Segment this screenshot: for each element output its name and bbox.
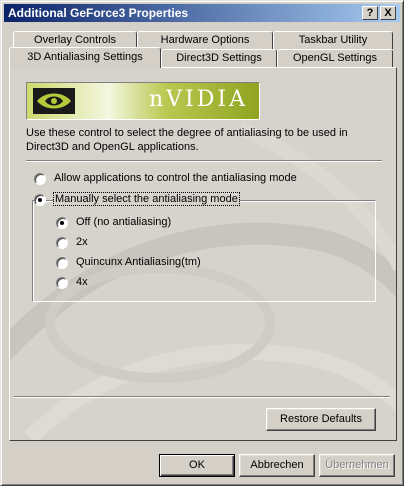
mode-quincunx-radio[interactable] bbox=[56, 257, 68, 269]
tab-opengl-settings[interactable]: OpenGL Settings bbox=[277, 49, 393, 67]
allow-apps-radio[interactable] bbox=[34, 173, 46, 185]
logo-wordmark: nVIDIA bbox=[149, 87, 248, 112]
properties-dialog: Additional GeForce3 Properties ? X Overl… bbox=[0, 0, 404, 486]
mode-4x-radio[interactable] bbox=[56, 277, 68, 289]
ok-label: OK bbox=[189, 459, 205, 471]
tab-label: Direct3D Settings bbox=[176, 52, 262, 64]
tab-panel-antialiasing: nVIDIA Use these control to select the d… bbox=[9, 67, 397, 441]
mode-4x-label[interactable]: 4x bbox=[76, 276, 88, 288]
apply-button[interactable]: Übernehmen bbox=[319, 454, 395, 477]
separator-top bbox=[26, 160, 382, 162]
manual-select-radio[interactable] bbox=[34, 194, 46, 206]
tab-label: 3D Antialiasing Settings bbox=[27, 51, 143, 63]
title-bar[interactable]: Additional GeForce3 Properties ? X bbox=[4, 4, 400, 22]
nvidia-eye-icon bbox=[33, 88, 75, 114]
cancel-label: Abbrechen bbox=[250, 459, 304, 471]
help-icon: ? bbox=[366, 7, 374, 19]
mode-off-radio[interactable] bbox=[56, 217, 68, 229]
manual-select-label[interactable]: Manually select the antialiasing mode bbox=[53, 192, 240, 206]
description-text: Use these control to select the degree o… bbox=[26, 127, 348, 153]
tab-3d-antialiasing-settings[interactable]: 3D Antialiasing Settings bbox=[9, 47, 161, 68]
restore-defaults-label: Restore Defaults bbox=[280, 413, 362, 425]
close-icon: X bbox=[384, 7, 392, 19]
allow-apps-label[interactable]: Allow applications to control the antial… bbox=[54, 172, 297, 184]
separator-bottom bbox=[14, 396, 390, 398]
nvidia-logo: nVIDIA bbox=[26, 82, 260, 120]
tab-direct3d-settings[interactable]: Direct3D Settings bbox=[161, 49, 277, 67]
apply-label: Übernehmen bbox=[325, 459, 389, 471]
help-button[interactable]: ? bbox=[362, 6, 378, 20]
mode-quincunx-label[interactable]: Quincunx Antialiasing(tm) bbox=[76, 256, 201, 268]
tab-taskbar-utility[interactable]: Taskbar Utility bbox=[273, 31, 393, 49]
close-button[interactable]: X bbox=[380, 6, 396, 20]
tab-label: Overlay Controls bbox=[34, 34, 116, 46]
tab-label: OpenGL Settings bbox=[293, 52, 377, 64]
tab-label: Hardware Options bbox=[160, 34, 250, 46]
cancel-button[interactable]: Abbrechen bbox=[239, 454, 315, 477]
ok-button[interactable]: OK bbox=[159, 454, 235, 477]
restore-defaults-button[interactable]: Restore Defaults bbox=[266, 408, 376, 431]
tab-label: Taskbar Utility bbox=[298, 34, 368, 46]
mode-2x-radio[interactable] bbox=[56, 237, 68, 249]
window-title: Additional GeForce3 Properties bbox=[8, 6, 189, 20]
mode-off-label[interactable]: Off (no antialiasing) bbox=[76, 216, 171, 228]
mode-2x-label[interactable]: 2x bbox=[76, 236, 88, 248]
